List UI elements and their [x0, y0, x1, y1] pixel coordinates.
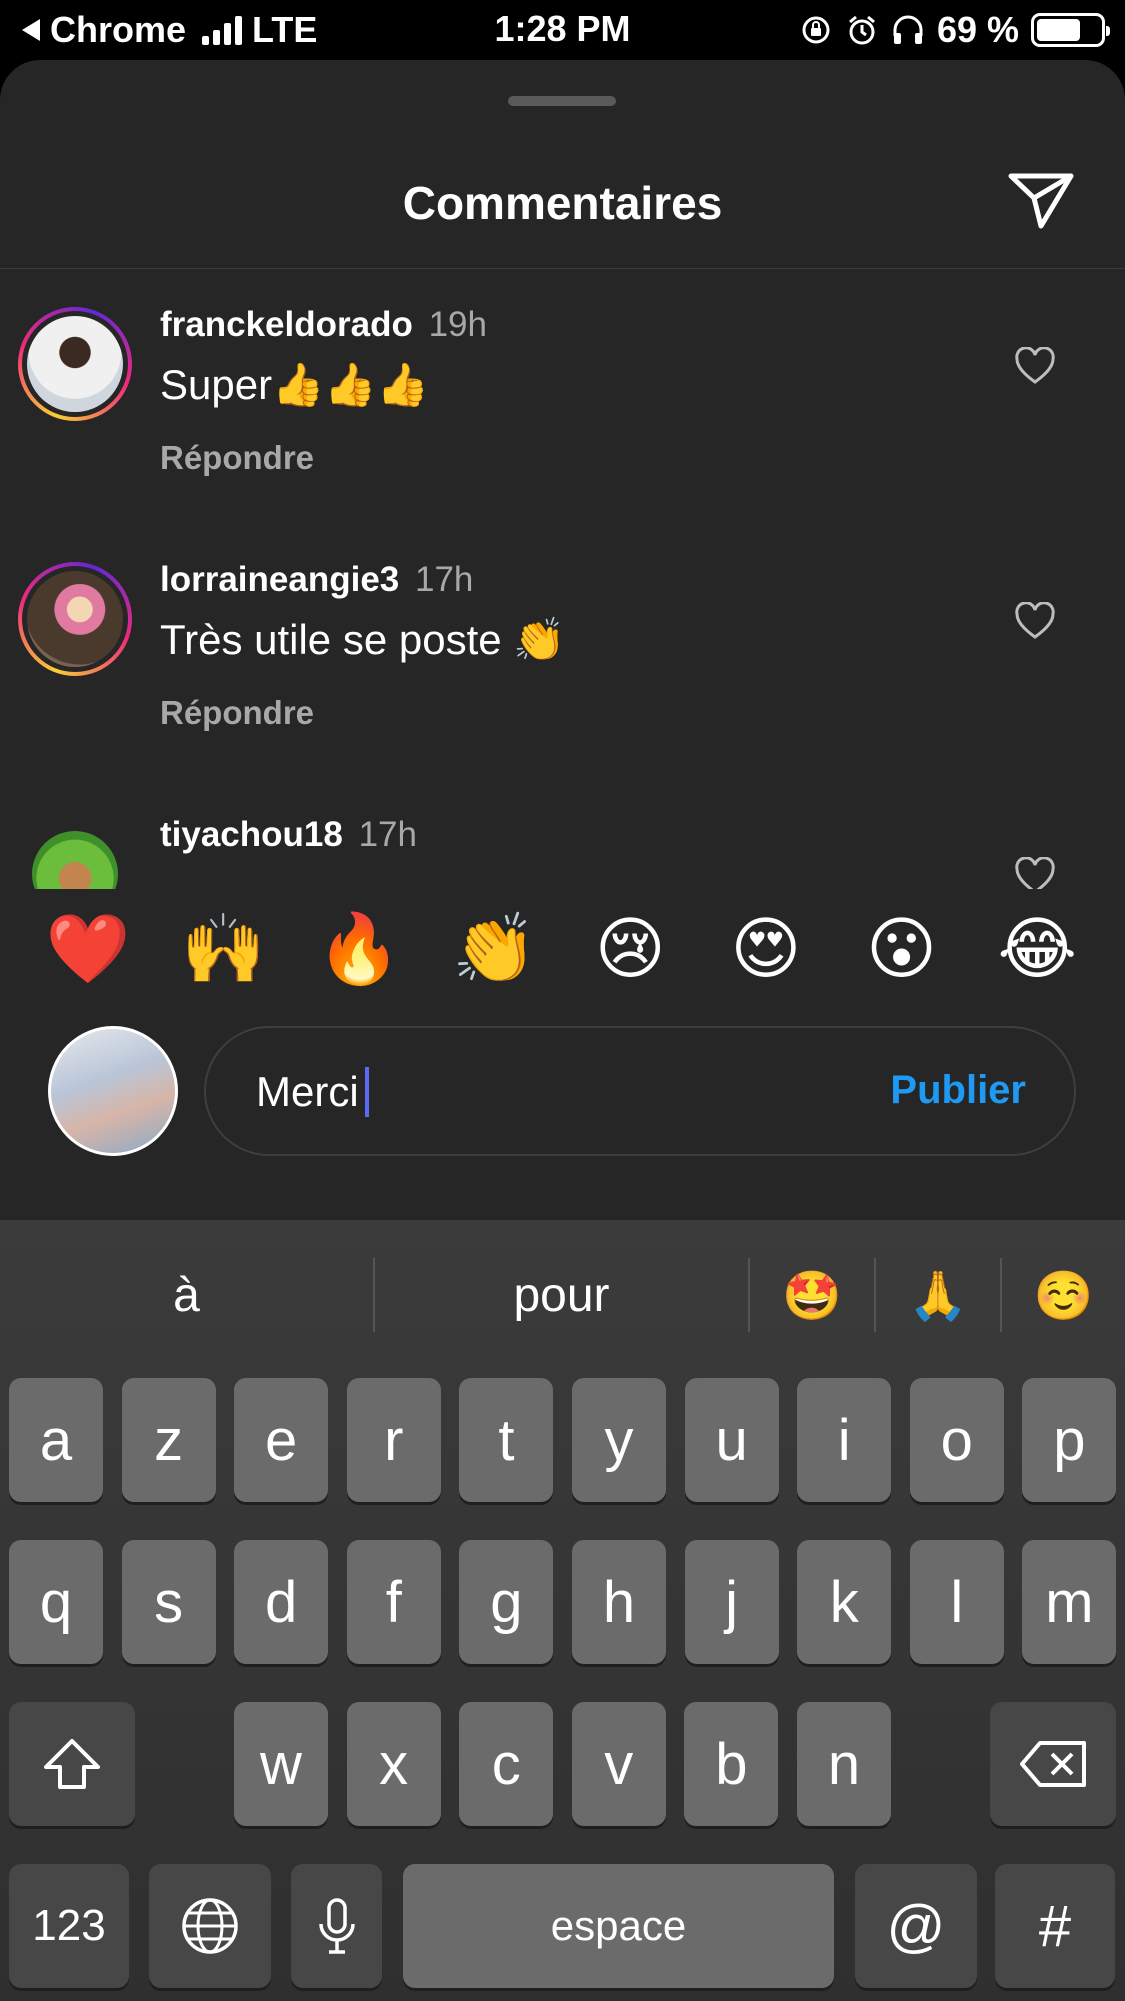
backspace-icon — [1020, 1741, 1086, 1787]
publish-button[interactable]: Publier — [890, 1068, 1026, 1113]
numbers-key[interactable]: 123 — [9, 1864, 129, 1988]
reaction-clap[interactable]: 👏 — [440, 909, 550, 989]
comment-time: 17h — [415, 560, 474, 599]
comment-text: Très utile se poste 👏 — [160, 616, 566, 663]
reaction-heart-eyes[interactable]: 😍 — [711, 909, 821, 989]
globe-icon — [182, 1898, 238, 1954]
key-m[interactable]: m — [1022, 1540, 1117, 1664]
headphones-icon — [891, 13, 925, 47]
key-o[interactable]: o — [909, 1378, 1004, 1502]
comment-item: franckeldorado 19h Super👍👍👍 Répondre — [0, 269, 1125, 509]
key-q[interactable]: q — [9, 1540, 103, 1664]
key-n[interactable]: n — [797, 1702, 891, 1826]
key-x[interactable]: x — [346, 1702, 441, 1826]
reaction-crying[interactable]: 😢 — [575, 909, 685, 989]
quick-reactions: ❤️ 🙌 🔥 👏 😢 😍 😮 😂 — [0, 889, 1125, 1009]
key-e[interactable]: e — [234, 1378, 329, 1502]
keyboard: à pour 🤩 🙏 ☺️ azertyuiop qsdfghjklm wxcv… — [0, 1220, 1125, 2001]
battery-fill — [1037, 19, 1080, 41]
key-i[interactable]: i — [797, 1378, 892, 1502]
microphone-icon — [318, 1898, 355, 1954]
key-t[interactable]: t — [459, 1378, 554, 1502]
like-heart-icon[interactable] — [1015, 347, 1055, 385]
key-g[interactable]: g — [459, 1540, 554, 1664]
key-d[interactable]: d — [234, 1540, 329, 1664]
dictation-key[interactable] — [291, 1864, 382, 1988]
key-s[interactable]: s — [121, 1540, 216, 1664]
reaction-raised-hands[interactable]: 🙌 — [168, 909, 278, 989]
comment-username[interactable]: franckeldorado — [160, 305, 413, 344]
key-w[interactable]: w — [234, 1702, 328, 1826]
shift-key[interactable] — [9, 1702, 135, 1826]
suggestion-word[interactable]: pour — [375, 1256, 748, 1334]
avatar-image — [32, 831, 118, 889]
suggestion-emoji[interactable]: 🤩 — [750, 1256, 874, 1334]
like-heart-icon[interactable] — [1015, 857, 1055, 889]
globe-key[interactable] — [149, 1864, 271, 1988]
reaction-laughing[interactable]: 😂 — [982, 909, 1092, 989]
comment-text: Super👍👍👍 — [160, 361, 429, 408]
share-button[interactable] — [1005, 168, 1077, 232]
comment-item: tiyachou18 17h — [0, 779, 1125, 889]
key-k[interactable]: k — [797, 1540, 892, 1664]
suggestion-word[interactable]: à — [0, 1256, 373, 1334]
key-u[interactable]: u — [684, 1378, 779, 1502]
comment-input[interactable]: Merci Publier — [204, 1026, 1076, 1156]
reaction-surprised[interactable]: 😮 — [847, 909, 957, 989]
key-f[interactable]: f — [346, 1540, 441, 1664]
key-p[interactable]: p — [1022, 1378, 1117, 1502]
status-bar: Chrome LTE 1:28 PM 69 % — [0, 0, 1125, 60]
key-h[interactable]: h — [572, 1540, 666, 1664]
comment-composer: Merci Publier — [0, 1020, 1125, 1200]
like-heart-icon[interactable] — [1015, 602, 1055, 640]
avatar[interactable] — [18, 307, 132, 421]
battery-percent: 69 % — [936, 9, 1019, 50]
key-r[interactable]: r — [346, 1378, 441, 1502]
text-caret — [364, 1066, 369, 1117]
comments-sheet: Commentaires franckeldorado 19h Super👍👍👍… — [0, 60, 1125, 1220]
avatar-image — [27, 571, 123, 667]
comment-item: lorraineangie3 17h Très utile se poste 👏… — [0, 524, 1125, 764]
at-key[interactable]: @ — [855, 1864, 977, 1988]
avatar-image — [27, 316, 123, 412]
battery-icon — [1031, 13, 1110, 47]
comment-time: 19h — [428, 305, 487, 344]
key-l[interactable]: l — [909, 1540, 1004, 1664]
reaction-fire[interactable]: 🔥 — [304, 909, 414, 989]
space-key[interactable]: espace — [403, 1864, 834, 1988]
reply-button[interactable]: Répondre — [160, 439, 314, 477]
comment-input-value: Merci — [256, 1068, 359, 1115]
status-right: 69 % — [799, 8, 1110, 52]
paper-plane-icon — [1008, 173, 1074, 229]
key-a[interactable]: a — [9, 1378, 103, 1502]
avatar[interactable] — [18, 817, 132, 889]
suggestion-bar: à pour 🤩 🙏 ☺️ — [0, 1220, 1125, 1370]
sheet-title: Commentaires — [402, 177, 723, 229]
key-j[interactable]: j — [684, 1540, 779, 1664]
comment-username[interactable]: tiyachou18 — [160, 815, 343, 854]
key-b[interactable]: b — [684, 1702, 779, 1826]
alarm-icon — [845, 13, 879, 47]
suggestion-emoji[interactable]: ☺️ — [1002, 1256, 1125, 1334]
key-v[interactable]: v — [571, 1702, 666, 1826]
comment-list[interactable]: franckeldorado 19h Super👍👍👍 Répondre lor… — [0, 269, 1125, 889]
sheet-grabber[interactable] — [508, 96, 616, 106]
comment-username[interactable]: lorraineangie3 — [160, 560, 399, 599]
hash-key[interactable]: # — [995, 1864, 1115, 1988]
suggestion-emoji[interactable]: 🙏 — [876, 1256, 1000, 1334]
my-avatar — [48, 1026, 178, 1156]
rotation-lock-icon — [799, 13, 833, 47]
key-c[interactable]: c — [459, 1702, 554, 1826]
reply-button[interactable]: Répondre — [160, 694, 314, 732]
shift-icon — [44, 1739, 100, 1789]
key-z[interactable]: z — [121, 1378, 216, 1502]
reaction-heart[interactable]: ❤️ — [33, 909, 143, 989]
comment-time: 17h — [358, 815, 417, 854]
backspace-key[interactable] — [990, 1702, 1116, 1826]
avatar[interactable] — [18, 562, 132, 676]
key-y[interactable]: y — [572, 1378, 666, 1502]
